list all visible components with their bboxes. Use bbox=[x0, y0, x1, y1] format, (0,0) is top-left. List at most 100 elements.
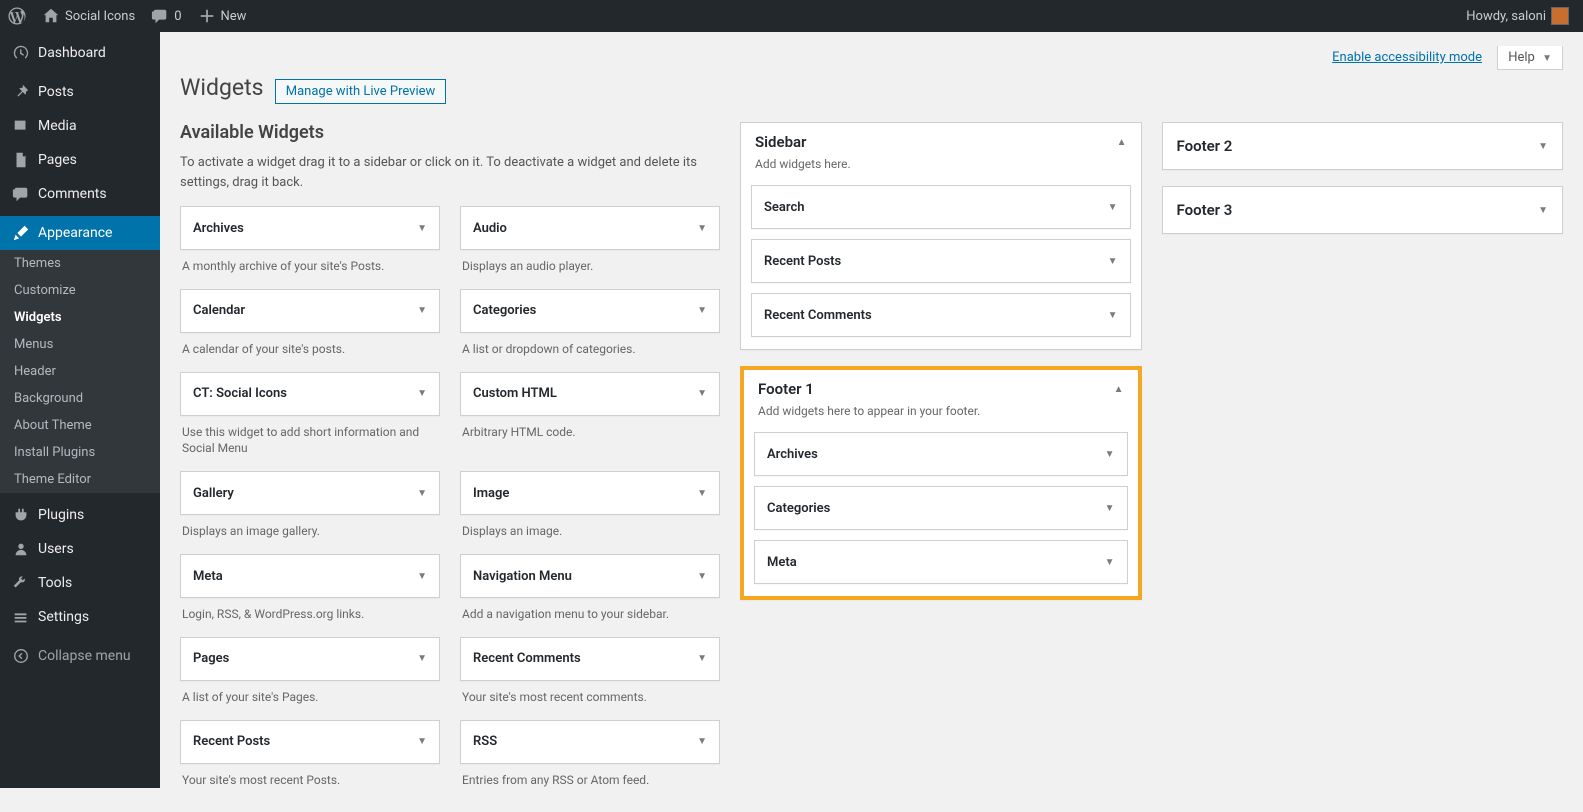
available-widget-desc: Login, RSS, & WordPress.org links. bbox=[180, 598, 440, 627]
available-widget-desc: A calendar of your site's posts. bbox=[180, 333, 440, 362]
widget-area-footer1-toggle[interactable]: Footer 1 ▲ bbox=[744, 370, 1138, 400]
menu-appearance-label: Appearance bbox=[38, 225, 112, 241]
submenu-menus[interactable]: Menus bbox=[0, 331, 160, 358]
menu-settings[interactable]: Settings bbox=[0, 600, 160, 634]
widget-area-sidebar-desc: Add widgets here. bbox=[741, 153, 1141, 181]
menu-appearance[interactable]: Appearance bbox=[0, 216, 160, 250]
live-preview-button[interactable]: Manage with Live Preview bbox=[275, 79, 447, 104]
widget-area-sidebar: Sidebar ▲ Add widgets here. Search▼ Recen… bbox=[740, 122, 1142, 350]
available-widget-desc: Use this widget to add short information… bbox=[180, 416, 440, 462]
menu-dashboard-label: Dashboard bbox=[38, 45, 106, 61]
pin-icon bbox=[12, 83, 30, 101]
widget-area-footer2-toggle[interactable]: Footer 2 ▼ bbox=[1163, 123, 1563, 169]
page-icon bbox=[12, 151, 30, 169]
available-widget[interactable]: Categories▼ bbox=[460, 289, 720, 333]
users-icon bbox=[12, 540, 30, 558]
available-widget[interactable]: Image ▼ bbox=[460, 471, 720, 515]
menu-media-label: Media bbox=[38, 118, 77, 134]
submenu-about-theme[interactable]: About Theme bbox=[0, 412, 160, 439]
available-widget[interactable]: Custom HTML▼ bbox=[460, 372, 720, 416]
available-widget[interactable]: Archives ▼ bbox=[180, 206, 440, 250]
available-widget-desc: Displays an image gallery. bbox=[180, 515, 440, 544]
chevron-down-icon: ▼ bbox=[1105, 503, 1115, 514]
submenu-widgets[interactable]: Widgets bbox=[0, 304, 160, 331]
widget-area-footer1-list: Archives▼Categories▼Meta▼ bbox=[744, 428, 1138, 596]
menu-users[interactable]: Users bbox=[0, 532, 160, 566]
my-account[interactable]: Howdy, saloni bbox=[1458, 0, 1577, 32]
accessibility-mode-link[interactable]: Enable accessibility mode bbox=[1332, 50, 1482, 65]
widget-area-footer3-toggle[interactable]: Footer 3 ▼ bbox=[1163, 187, 1563, 233]
menu-settings-label: Settings bbox=[38, 609, 89, 625]
greeting-text: Howdy, saloni bbox=[1466, 9, 1546, 24]
available-widget-title: Recent Posts bbox=[193, 734, 270, 749]
available-widget[interactable]: Audio▼ bbox=[460, 206, 720, 250]
menu-users-label: Users bbox=[38, 541, 74, 557]
submenu-background[interactable]: Background bbox=[0, 385, 160, 412]
submenu-customize[interactable]: Customize bbox=[0, 277, 160, 304]
widget-instance[interactable]: Meta▼ bbox=[754, 540, 1128, 584]
available-widget[interactable]: Meta▼ bbox=[180, 554, 440, 598]
main-content: Enable accessibility mode Help ▼ Widgets… bbox=[160, 0, 1583, 812]
menu-plugins[interactable]: Plugins bbox=[0, 498, 160, 532]
available-widget[interactable]: Pages▼ bbox=[180, 637, 440, 681]
menu-tools[interactable]: Tools bbox=[0, 566, 160, 600]
available-widget[interactable]: Recent Comments▼ bbox=[460, 637, 720, 681]
available-widget-title: Image bbox=[473, 486, 509, 501]
chevron-down-icon: ▼ bbox=[697, 488, 707, 499]
chevron-down-icon: ▼ bbox=[417, 388, 427, 399]
submenu-header[interactable]: Header bbox=[0, 358, 160, 385]
available-widget-desc: Displays an audio player. bbox=[460, 250, 720, 279]
menu-dashboard[interactable]: Dashboard bbox=[0, 36, 160, 70]
widget-area-footer3: Footer 3 ▼ bbox=[1162, 186, 1564, 234]
chevron-down-icon: ▼ bbox=[1538, 205, 1548, 216]
comment-icon bbox=[12, 185, 30, 203]
wp-logo[interactable] bbox=[0, 0, 34, 32]
widget-instance[interactable]: Search▼ bbox=[751, 185, 1131, 229]
settings-icon bbox=[12, 608, 30, 626]
tools-icon bbox=[12, 574, 30, 592]
submenu-appearance: Themes Customize Widgets Menus Header Ba… bbox=[0, 250, 160, 493]
chevron-down-icon: ▼ bbox=[417, 736, 427, 747]
chevron-down-icon: ▼ bbox=[1108, 256, 1118, 267]
chevron-down-icon: ▼ bbox=[417, 653, 427, 664]
available-widget-title: Archives bbox=[193, 221, 244, 236]
chevron-down-icon: ▼ bbox=[697, 736, 707, 747]
plugin-icon bbox=[12, 506, 30, 524]
new-label: New bbox=[221, 9, 247, 24]
chevron-down-icon: ▼ bbox=[697, 388, 707, 399]
available-widget[interactable]: Gallery▼ bbox=[180, 471, 440, 515]
available-widget-desc: A list of your site's Pages. bbox=[180, 681, 440, 710]
comment-icon bbox=[151, 7, 169, 25]
help-tab[interactable]: Help ▼ bbox=[1497, 46, 1563, 70]
widget-instance[interactable]: Recent Posts▼ bbox=[751, 239, 1131, 283]
chevron-down-icon: ▼ bbox=[417, 223, 427, 234]
submenu-install-plugins[interactable]: Install Plugins bbox=[0, 439, 160, 466]
wordpress-icon bbox=[8, 7, 26, 25]
menu-comments[interactable]: Comments bbox=[0, 177, 160, 211]
site-name-link[interactable]: Social Icons bbox=[34, 0, 143, 32]
widget-area-sidebar-toggle[interactable]: Sidebar ▲ bbox=[741, 123, 1141, 153]
menu-posts[interactable]: Posts bbox=[0, 75, 160, 109]
widget-instance[interactable]: Categories▼ bbox=[754, 486, 1128, 530]
available-widgets-description: To activate a widget drag it to a sideba… bbox=[180, 153, 720, 192]
screen-meta-links: Enable accessibility mode Help ▼ bbox=[180, 42, 1563, 74]
available-widget[interactable]: Navigation Menu▼ bbox=[460, 554, 720, 598]
widget-instance-title: Archives bbox=[767, 447, 818, 462]
chevron-down-icon: ▼ bbox=[1108, 310, 1118, 321]
available-widget[interactable]: Calendar▼ bbox=[180, 289, 440, 333]
widget-instance[interactable]: Recent Comments▼ bbox=[751, 293, 1131, 337]
submenu-theme-editor[interactable]: Theme Editor bbox=[0, 466, 160, 493]
widget-instance[interactable]: Archives▼ bbox=[754, 432, 1128, 476]
available-widget[interactable]: RSS▼ bbox=[460, 720, 720, 764]
chevron-up-icon: ▲ bbox=[1117, 137, 1127, 148]
menu-media[interactable]: Media bbox=[0, 109, 160, 143]
new-content-link[interactable]: New bbox=[190, 0, 255, 32]
admin-menu: Dashboard Posts Media Pages Comments App… bbox=[0, 32, 160, 788]
comments-link[interactable]: 0 bbox=[143, 0, 189, 32]
menu-collapse[interactable]: Collapse menu bbox=[0, 639, 160, 673]
submenu-themes[interactable]: Themes bbox=[0, 250, 160, 277]
menu-pages[interactable]: Pages bbox=[0, 143, 160, 177]
widget-area-footer1-title: Footer 1 bbox=[758, 380, 814, 398]
available-widget[interactable]: CT: Social Icons▼ bbox=[180, 372, 440, 416]
available-widget[interactable]: Recent Posts ▼ bbox=[180, 720, 440, 764]
